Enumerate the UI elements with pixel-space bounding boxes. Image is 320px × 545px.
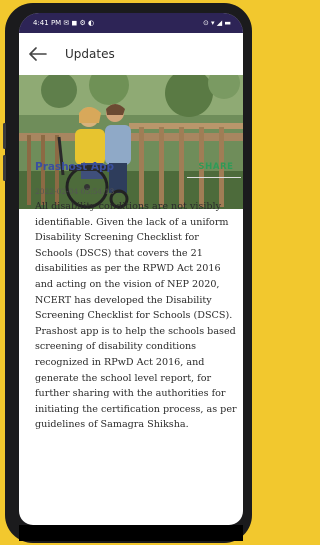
volume-button xyxy=(3,155,6,181)
post-body: All disability conditions are not visibl… xyxy=(35,201,237,431)
navigation-bar xyxy=(19,525,243,541)
back-arrow-icon[interactable] xyxy=(29,47,47,61)
page-title: Updates xyxy=(65,47,115,61)
status-bar: 4:41 PM ✉ ◼ ⚙ ◐ ⊙ ▾ ◢ ▬ xyxy=(19,13,243,33)
app-screen: 4:41 PM ✉ ◼ ⚙ ◐ ⊙ ▾ ◢ ▬ Updates Prashost… xyxy=(19,13,243,525)
post-timestamp: 2022-02-04 05:54:13 xyxy=(35,187,115,196)
share-button[interactable]: SHARE xyxy=(187,157,243,177)
status-indicators: ⊙ ▾ ◢ ▬ xyxy=(202,19,231,27)
phone-frame: 4:41 PM ✉ ◼ ⚙ ◐ ⊙ ▾ ◢ ▬ Updates Prashost… xyxy=(3,3,252,543)
post-app-name: Prashost App xyxy=(35,161,114,173)
share-divider xyxy=(187,177,241,178)
app-bar: Updates xyxy=(19,33,243,75)
status-time: 4:41 PM ✉ ◼ ⚙ ◐ xyxy=(33,19,95,27)
volume-button xyxy=(3,123,6,149)
